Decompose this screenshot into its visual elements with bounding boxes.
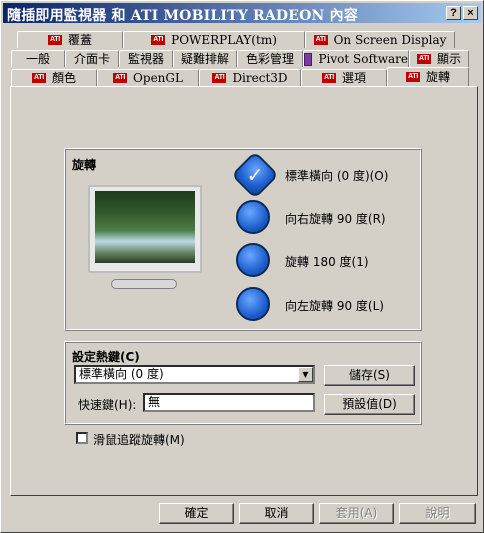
monitor-preview	[88, 185, 202, 273]
help-footer-button[interactable]: 說明	[399, 503, 476, 524]
ati-logo-icon: ATI	[31, 73, 46, 83]
default-button[interactable]: 預設值(D)	[324, 394, 415, 415]
tab-color-management[interactable]: 色彩管理	[237, 50, 303, 67]
mouse-tracking-label[interactable]: 滑鼠追蹤旋轉(M)	[93, 431, 185, 448]
rotation-hotkey-dropdown[interactable]: 標準橫向 (0 度) ▼	[74, 365, 315, 384]
shortcut-key-value: 無	[148, 395, 161, 409]
tab-color[interactable]: ATI 顏色	[11, 69, 97, 86]
ati-logo-icon: ATI	[313, 35, 328, 45]
chevron-down-icon[interactable]: ▼	[298, 367, 313, 382]
hotkey-group-label: 設定熱鍵(C)	[72, 350, 140, 364]
dropdown-value: 標準橫向 (0 度)	[79, 367, 164, 381]
rotation-option-radio[interactable]	[236, 200, 270, 234]
tab-adapter[interactable]: 介面卡	[65, 50, 119, 67]
ati-logo-icon: ATI	[321, 73, 336, 83]
tab-label: 顏色	[51, 71, 76, 85]
tab-opengl[interactable]: ATI OpenGL	[97, 69, 199, 86]
window-title: 隨插即用監視器 和 ATI MOBILITY RADEON 內容	[7, 8, 359, 24]
rotation-option-radio[interactable]	[236, 243, 270, 277]
rotation-option-label[interactable]: 旋轉 180 度(1)	[285, 253, 369, 270]
mouse-tracking-checkbox[interactable]	[76, 432, 88, 444]
tab-general[interactable]: 一般	[11, 50, 65, 67]
tab-label: 介面卡	[73, 52, 110, 66]
tab-label: 選項	[341, 71, 366, 85]
desktop-preview-image	[95, 191, 195, 263]
rotation-option-label[interactable]: 向右旋轉 90 度(R)	[285, 210, 386, 227]
tab-options[interactable]: ATI 選項	[301, 69, 387, 86]
ati-logo-icon: ATI	[212, 73, 227, 83]
tab-label: 監視器	[127, 52, 164, 66]
ati-logo-icon: ATI	[405, 72, 420, 82]
tab-label: Direct3D	[232, 71, 288, 85]
help-button[interactable]: ?	[446, 6, 461, 20]
tab-pivot-software[interactable]: Pivot Software	[303, 50, 409, 67]
tab-label: 旋轉	[425, 70, 450, 84]
rotation-group-label: 旋轉	[72, 158, 97, 172]
tab-label: 色彩管理	[245, 52, 294, 66]
ati-logo-icon: ATI	[151, 35, 166, 45]
tab-powerplay[interactable]: ATI POWERPLAY(tm)	[123, 31, 305, 48]
tab-label: 覆蓋	[67, 33, 92, 47]
properties-window: 隨插即用監視器 和 ATI MOBILITY RADEON 內容 ? × ATI…	[0, 0, 484, 533]
save-button[interactable]: 儲存(S)	[324, 365, 415, 386]
shortcut-key-label: 快速鍵(H):	[78, 398, 137, 412]
apply-button[interactable]: 套用(A)	[319, 503, 394, 524]
ati-logo-icon: ATI	[47, 35, 62, 45]
rotation-option-radio[interactable]	[236, 287, 270, 321]
checkmark-icon: ✓	[246, 163, 264, 187]
shortcut-key-input[interactable]: 無	[143, 393, 315, 412]
ati-logo-icon: ATI	[113, 73, 128, 83]
tab-label: Pivot Software	[318, 52, 408, 66]
tab-rotation[interactable]: ATI 旋轉	[387, 67, 469, 86]
rotation-option-label[interactable]: 向左旋轉 90 度(L)	[285, 297, 384, 314]
tab-on-screen-display[interactable]: ATI On Screen Display	[305, 31, 455, 48]
tab-overlay[interactable]: ATI 覆蓋	[17, 31, 123, 48]
tab-display[interactable]: ATI 顯示	[409, 50, 469, 67]
tab-label: 疑難排解	[180, 52, 229, 66]
tab-label: On Screen Display	[333, 33, 447, 47]
tab-label: 一般	[25, 52, 50, 66]
close-button[interactable]: ×	[463, 6, 478, 20]
tab-troubleshoot[interactable]: 疑難排解	[173, 50, 237, 67]
ati-logo-icon: ATI	[416, 54, 431, 64]
monitor-stand	[111, 279, 177, 289]
pivot-icon	[304, 52, 313, 66]
tab-label: 顯示	[436, 52, 461, 66]
cancel-button[interactable]: 取消	[239, 503, 314, 524]
tab-monitor[interactable]: 監視器	[119, 50, 173, 67]
title-bar[interactable]: 隨插即用監視器 和 ATI MOBILITY RADEON 內容 ? ×	[3, 3, 481, 24]
ok-button[interactable]: 確定	[159, 503, 234, 524]
tab-label: POWERPLAY(tm)	[171, 33, 277, 47]
tab-label: OpenGL	[133, 71, 183, 85]
rotation-option-label[interactable]: 標準橫向 (0 度)(O)	[285, 167, 388, 184]
tab-direct3d[interactable]: ATI Direct3D	[199, 69, 301, 86]
